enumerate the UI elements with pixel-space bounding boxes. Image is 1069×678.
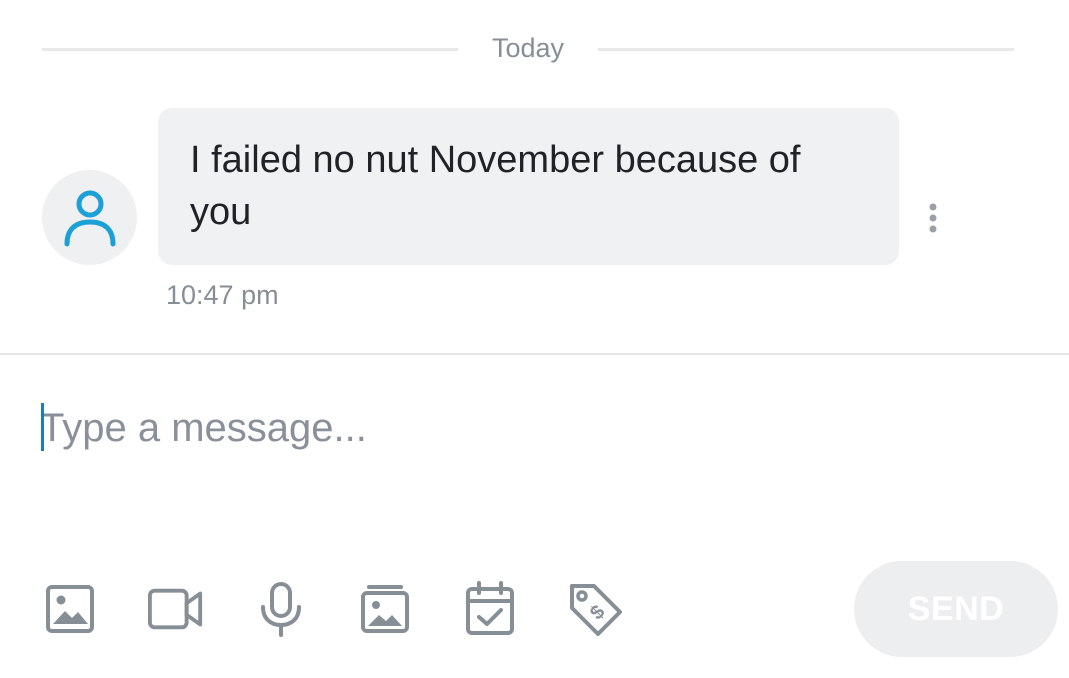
avatar[interactable] [42,170,137,265]
chat-screen: Today I failed no nut November because o… [0,0,1069,678]
message-text: I failed no nut November because of you [190,139,801,233]
gallery-icon[interactable] [356,580,414,638]
more-options-icon[interactable] [922,200,944,238]
date-label: Today [491,33,565,63]
image-icon[interactable] [41,580,99,638]
microphone-icon[interactable] [252,580,310,638]
composer-divider [0,353,1069,355]
user-icon [64,190,116,247]
message-input[interactable] [40,398,1000,458]
svg-text:$: $ [586,601,609,624]
message-timestamp: 10:47 pm [166,280,279,310]
date-divider: Today [42,30,1014,66]
divider-line-right [598,48,1014,51]
price-tag-icon[interactable]: $ [566,580,624,638]
divider-line-left [42,48,458,51]
text-caret [41,403,44,451]
video-icon[interactable] [147,580,205,638]
calendar-check-icon[interactable] [461,580,519,638]
message-bubble[interactable]: I failed no nut November because of you [158,108,899,265]
send-button[interactable]: SEND [854,561,1058,657]
